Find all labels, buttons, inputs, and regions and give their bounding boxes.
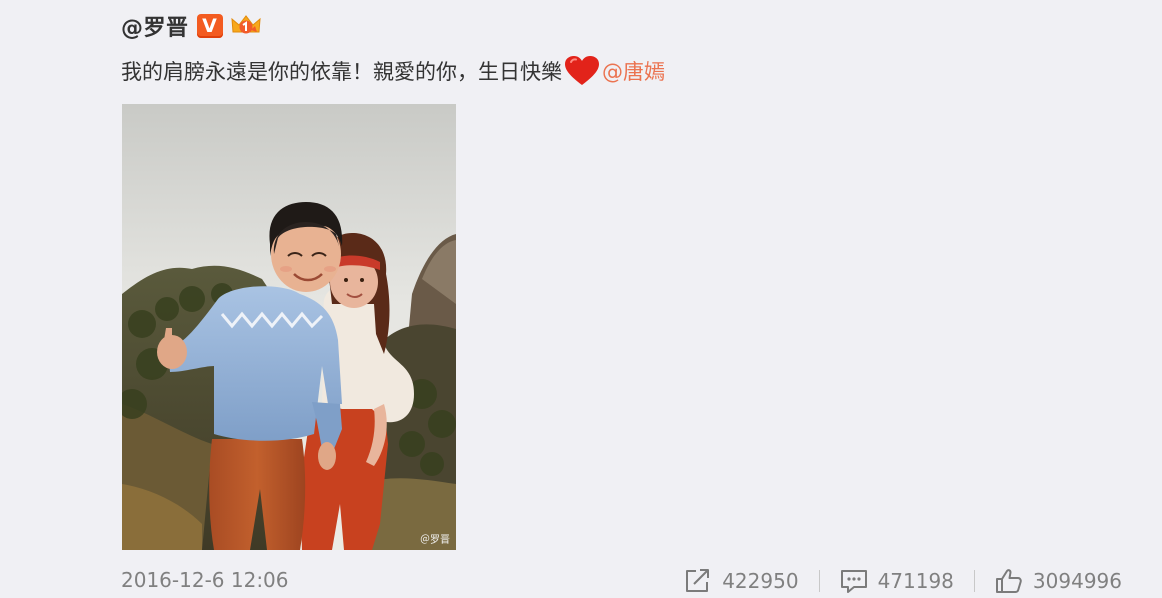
action-divider <box>973 570 975 592</box>
verified-v-badge-icon[interactable]: V <box>196 14 223 38</box>
crown-member-badge-icon[interactable] <box>229 12 263 40</box>
post-body-text: 我的肩膀永遠是你的依靠！親愛的你，生日快樂 <box>121 60 562 84</box>
username-link[interactable]: @罗晋 <box>121 10 189 42</box>
post-header: @罗晋 V <box>121 9 263 43</box>
post-content: 我的肩膀永遠是你的依靠！親愛的你，生日快樂 @唐嫣 <box>121 55 665 87</box>
action-divider <box>818 570 820 592</box>
repost-count: 422950 <box>722 569 799 593</box>
repost-button[interactable]: 422950 <box>684 568 799 594</box>
photo-watermark: ＠罗晋 <box>420 535 450 546</box>
like-button[interactable]: 3094996 <box>995 568 1122 594</box>
action-bar: 422950 471198 3094996 <box>684 564 1122 598</box>
comment-button[interactable]: 471198 <box>840 568 954 594</box>
post-photo[interactable]: ＠罗晋 <box>122 104 456 550</box>
comment-count: 471198 <box>877 569 954 593</box>
post-timestamp[interactable]: 2016-12-6 12:06 <box>121 568 289 592</box>
like-count: 3094996 <box>1032 569 1122 593</box>
comment-bubble-icon <box>840 568 868 594</box>
heart-icon <box>564 55 600 87</box>
thumbs-up-icon <box>995 568 1023 594</box>
mention-link[interactable]: @唐嫣 <box>602 56 665 86</box>
post-footer: 2016-12-6 12:06 422950 471198 3094996 <box>0 562 1162 598</box>
weibo-post: @罗晋 V 我的肩膀永遠是你的依靠！親愛的你，生日快樂 @唐嫣 ＠罗晋 2016… <box>0 0 1162 598</box>
share-arrow-icon <box>684 568 712 594</box>
